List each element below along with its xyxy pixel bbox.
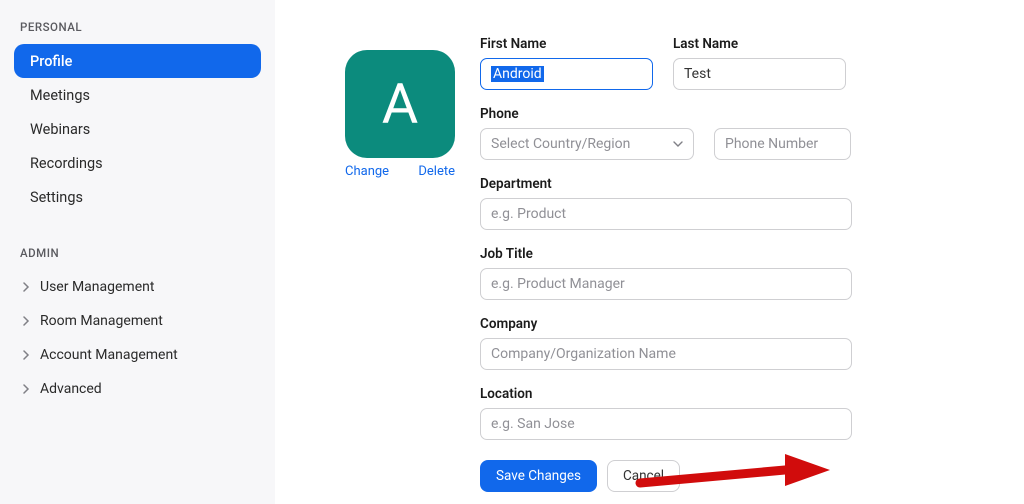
sidebar-item-recordings[interactable]: Recordings — [14, 146, 261, 180]
sidebar-item-label: Settings — [30, 189, 83, 206]
sidebar-item-webinars[interactable]: Webinars — [14, 112, 261, 146]
chevron-right-icon — [20, 384, 34, 394]
sidebar-item-user-management[interactable]: User Management — [14, 270, 261, 304]
first-name-label: First Name — [480, 36, 653, 52]
sidebar-item-label: Recordings — [30, 155, 103, 172]
sidebar-item-profile[interactable]: Profile — [14, 44, 261, 78]
sidebar-item-label: User Management — [40, 279, 154, 295]
phone-number-field[interactable] — [714, 128, 851, 160]
company-field[interactable] — [480, 338, 852, 370]
sidebar-item-label: Advanced — [40, 381, 102, 397]
department-label: Department — [480, 176, 984, 192]
sidebar-item-label: Webinars — [30, 121, 90, 138]
chevron-right-icon — [20, 316, 34, 326]
last-name-field[interactable] — [673, 58, 846, 90]
sidebar-item-room-management[interactable]: Room Management — [14, 304, 261, 338]
save-button-label: Save Changes — [496, 468, 581, 484]
phone-country-select[interactable]: Select Country/Region — [480, 128, 694, 160]
sidebar-item-account-management[interactable]: Account Management — [14, 338, 261, 372]
sidebar-item-label: Account Management — [40, 347, 178, 363]
avatar-delete-link[interactable]: Delete — [418, 164, 455, 179]
sidebar: PERSONAL Profile Meetings Webinars Recor… — [0, 0, 275, 504]
chevron-right-icon — [20, 350, 34, 360]
company-label: Company — [480, 316, 984, 332]
avatar-initial: A — [382, 71, 419, 137]
sidebar-item-meetings[interactable]: Meetings — [14, 78, 261, 112]
sidebar-section-admin: ADMIN — [20, 246, 261, 260]
save-changes-button[interactable]: Save Changes — [480, 460, 597, 492]
job-title-label: Job Title — [480, 246, 984, 262]
avatar[interactable]: A — [345, 50, 455, 158]
location-label: Location — [480, 386, 984, 402]
sidebar-item-label: Meetings — [30, 87, 90, 104]
sidebar-item-label: Profile — [30, 53, 72, 70]
sidebar-item-label: Room Management — [40, 313, 163, 329]
last-name-label: Last Name — [673, 36, 846, 52]
chevron-down-icon — [673, 136, 683, 152]
profile-form-area: A Change Delete First Name Android Last … — [275, 0, 1024, 504]
job-title-field[interactable] — [480, 268, 852, 300]
cancel-button[interactable]: Cancel — [607, 460, 680, 492]
phone-label: Phone — [480, 106, 984, 122]
sidebar-section-personal: PERSONAL — [20, 20, 261, 34]
location-field[interactable] — [480, 408, 852, 440]
chevron-right-icon — [20, 282, 34, 292]
sidebar-item-settings[interactable]: Settings — [14, 180, 261, 214]
cancel-button-label: Cancel — [623, 468, 664, 484]
avatar-change-link[interactable]: Change — [345, 164, 389, 179]
first-name-field[interactable]: Android — [480, 58, 653, 90]
department-field[interactable] — [480, 198, 852, 230]
first-name-value: Android — [491, 66, 544, 82]
phone-country-placeholder: Select Country/Region — [491, 136, 630, 152]
sidebar-item-advanced[interactable]: Advanced — [14, 372, 261, 406]
